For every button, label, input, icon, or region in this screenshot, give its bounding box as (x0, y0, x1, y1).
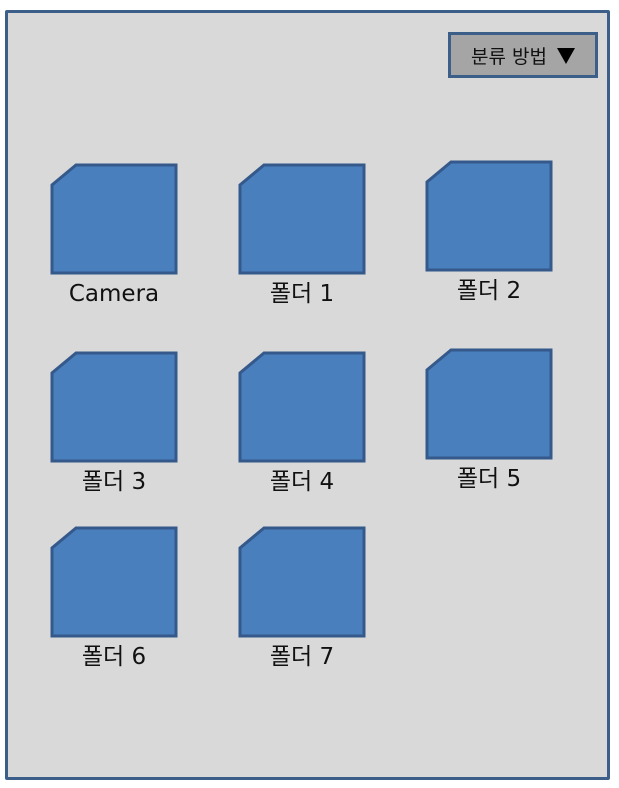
folder-icon (425, 160, 553, 272)
folder-icon (238, 351, 366, 463)
folder-item-1[interactable]: 폴더 1 (208, 163, 368, 308)
folder-icon (50, 526, 178, 638)
folder-item-2[interactable]: 폴더 2 (395, 160, 555, 305)
folder-label: 폴더 4 (269, 469, 335, 495)
triangle-down-icon (556, 48, 575, 64)
sort-by-label: 분류 방법 (471, 45, 547, 68)
folder-item-7[interactable]: 폴더 7 (208, 526, 368, 671)
folder-icon (425, 348, 553, 460)
folder-item-4[interactable]: 폴더 4 (208, 351, 368, 496)
folder-label: 폴더 2 (456, 278, 522, 304)
folder-label: 폴더 5 (456, 466, 522, 492)
folder-item-3[interactable]: 폴더 3 (20, 351, 180, 496)
folder-item-6[interactable]: 폴더 6 (20, 526, 180, 671)
folder-item-camera[interactable]: Camera (20, 163, 180, 308)
folder-label: 폴더 7 (269, 644, 335, 670)
folder-icon (50, 351, 178, 463)
folder-item-5[interactable]: 폴더 5 (395, 348, 555, 493)
folder-icon (50, 163, 178, 275)
folder-label: 폴더 3 (81, 469, 147, 495)
sort-by-button[interactable]: 분류 방법 (448, 32, 598, 78)
folder-label: Camera (68, 281, 160, 307)
folder-icon (238, 163, 366, 275)
folder-label: 폴더 1 (269, 281, 335, 307)
folder-icon (238, 526, 366, 638)
folder-label: 폴더 6 (81, 644, 147, 670)
